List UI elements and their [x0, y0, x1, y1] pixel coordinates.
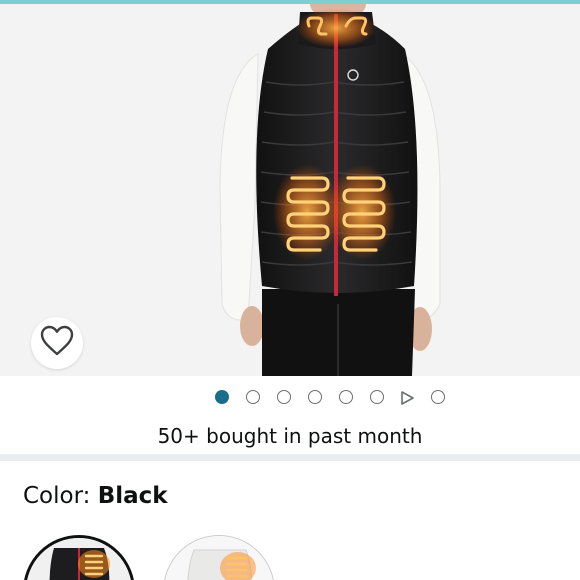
section-divider: [0, 454, 580, 461]
carousel-dot[interactable]: [308, 390, 322, 404]
color-label: Color:: [23, 483, 91, 509]
carousel-dot[interactable]: [431, 390, 445, 404]
heart-outline-icon: [40, 325, 74, 361]
vest-photo: [0, 4, 580, 376]
swatch-black-thumbnail: [26, 538, 132, 580]
carousel-dot[interactable]: [246, 390, 260, 404]
carousel-dot[interactable]: [370, 390, 384, 404]
carousel-dot[interactable]: [277, 390, 291, 404]
carousel-dot-active[interactable]: [215, 390, 229, 404]
product-image[interactable]: [0, 4, 580, 376]
swatch-black[interactable]: [23, 535, 135, 580]
swatch-white[interactable]: [163, 535, 275, 580]
color-value: Black: [97, 483, 168, 509]
carousel-dot[interactable]: [339, 390, 353, 404]
color-selection-label: Color: Black: [23, 483, 168, 509]
play-triangle-icon[interactable]: [400, 390, 414, 405]
carousel-indicator: [0, 388, 580, 406]
swatch-white-thumbnail: [164, 536, 274, 580]
wishlist-button[interactable]: [31, 317, 83, 369]
bought-count-text: 50+ bought in past month: [157, 424, 423, 448]
